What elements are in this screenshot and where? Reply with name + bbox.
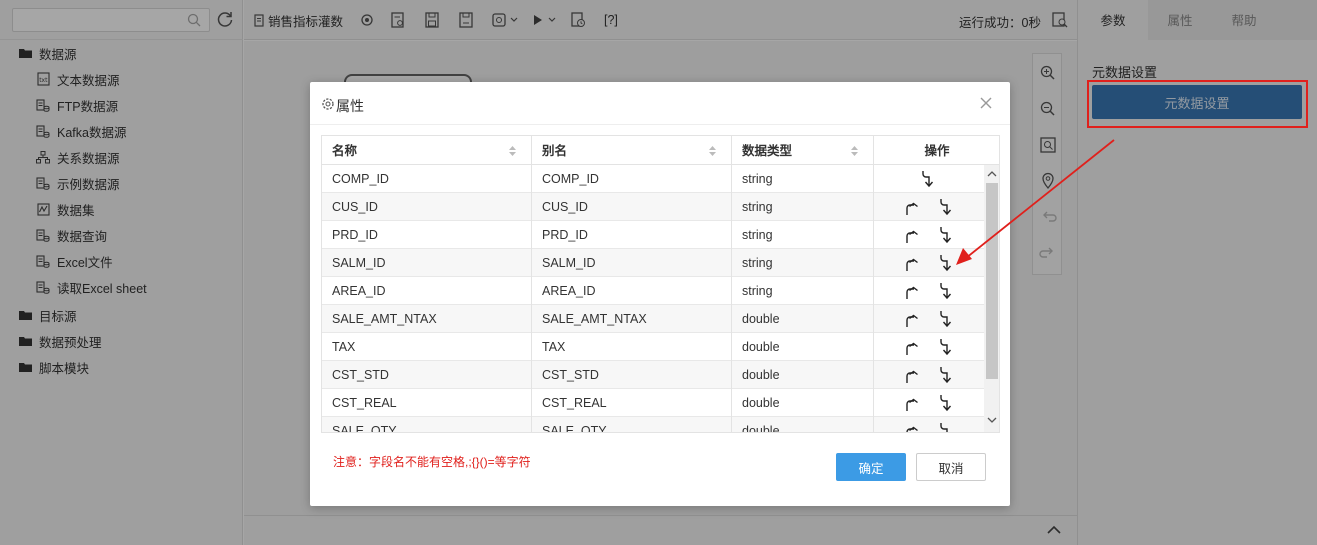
cell-actions bbox=[874, 221, 984, 249]
table-header: 名称 别名 数据类型 操作 bbox=[322, 136, 999, 165]
sort-icon[interactable] bbox=[850, 145, 859, 157]
table-scrollbar[interactable] bbox=[984, 165, 999, 432]
fields-table: 名称 别名 数据类型 操作 COMP_ID COMP_ID string CUS_ID… bbox=[321, 135, 1000, 433]
scroll-up-icon[interactable] bbox=[987, 170, 997, 177]
cell-name[interactable]: SALE_AMT_NTAX bbox=[322, 305, 532, 333]
cell-actions bbox=[874, 361, 984, 389]
cell-type[interactable]: string bbox=[732, 221, 874, 249]
move-up-icon[interactable] bbox=[904, 338, 918, 356]
column-header-label: 数据类型 bbox=[742, 144, 793, 158]
move-down-icon[interactable] bbox=[938, 394, 952, 412]
confirm-button[interactable]: 确定 bbox=[836, 453, 906, 481]
column-header-datatype[interactable]: 数据类型 bbox=[732, 136, 874, 165]
move-down-icon[interactable] bbox=[938, 226, 952, 244]
cell-actions bbox=[874, 389, 984, 417]
move-down-icon[interactable] bbox=[938, 338, 952, 356]
move-down-icon[interactable] bbox=[938, 254, 952, 272]
table-row[interactable]: SALM_ID SALM_ID string bbox=[322, 249, 984, 277]
gear-icon bbox=[322, 98, 334, 110]
table-row[interactable]: CUS_ID CUS_ID string bbox=[322, 193, 984, 221]
cell-alias[interactable]: PRD_ID bbox=[532, 221, 732, 249]
cell-alias[interactable]: CUS_ID bbox=[532, 193, 732, 221]
cell-name[interactable]: COMP_ID bbox=[322, 165, 532, 193]
dialog-title: 属性 bbox=[336, 98, 364, 114]
sort-icon[interactable] bbox=[508, 145, 517, 157]
cell-name[interactable]: SALM_ID bbox=[322, 249, 532, 277]
move-up-icon[interactable] bbox=[904, 198, 918, 216]
cell-type[interactable]: string bbox=[732, 193, 874, 221]
cell-name[interactable]: TAX bbox=[322, 333, 532, 361]
cell-type[interactable]: double bbox=[732, 417, 874, 432]
cell-actions bbox=[874, 193, 984, 221]
scroll-down-icon[interactable] bbox=[987, 417, 997, 424]
cell-actions bbox=[874, 165, 984, 193]
move-down-icon[interactable] bbox=[938, 422, 952, 432]
move-up-icon[interactable] bbox=[904, 282, 918, 300]
cell-type[interactable]: string bbox=[732, 249, 874, 277]
cell-type[interactable]: string bbox=[732, 165, 874, 193]
move-down-icon[interactable] bbox=[938, 282, 952, 300]
cell-alias[interactable]: AREA_ID bbox=[532, 277, 732, 305]
cell-type[interactable]: double bbox=[732, 361, 874, 389]
column-header-alias[interactable]: 别名 bbox=[532, 136, 732, 165]
cell-alias[interactable]: SALM_ID bbox=[532, 249, 732, 277]
cell-name[interactable]: SALE_QTY bbox=[322, 417, 532, 432]
cell-name[interactable]: CST_REAL bbox=[322, 389, 532, 417]
table-row[interactable]: CST_STD CST_STD double bbox=[322, 361, 984, 389]
column-header-label: 操作 bbox=[924, 144, 950, 158]
table-row[interactable]: TAX TAX double bbox=[322, 333, 984, 361]
properties-dialog: 属性 名称 别名 数据类型 操作 COMP_ID COMP_ID string CUS… bbox=[310, 82, 1010, 506]
cell-type[interactable]: double bbox=[732, 389, 874, 417]
move-up-icon[interactable] bbox=[904, 422, 918, 432]
move-up-icon[interactable] bbox=[904, 310, 918, 328]
annotation-highlight-box bbox=[1087, 80, 1308, 128]
table-row[interactable]: COMP_ID COMP_ID string bbox=[322, 165, 984, 193]
table-row[interactable]: PRD_ID PRD_ID string bbox=[322, 221, 984, 249]
cell-type[interactable]: double bbox=[732, 333, 874, 361]
move-up-icon[interactable] bbox=[904, 254, 918, 272]
cell-actions bbox=[874, 305, 984, 333]
sort-icon[interactable] bbox=[708, 145, 717, 157]
cell-alias[interactable]: CST_REAL bbox=[532, 389, 732, 417]
move-down-icon[interactable] bbox=[938, 198, 952, 216]
table-row[interactable]: SALE_QTY SALE_QTY double bbox=[322, 417, 984, 432]
move-up-icon[interactable] bbox=[904, 226, 918, 244]
cell-alias[interactable]: SALE_QTY bbox=[532, 417, 732, 432]
cell-name[interactable]: PRD_ID bbox=[322, 221, 532, 249]
cell-alias[interactable]: COMP_ID bbox=[532, 165, 732, 193]
move-up-icon[interactable] bbox=[904, 394, 918, 412]
table-body: COMP_ID COMP_ID string CUS_ID CUS_ID string PR… bbox=[322, 165, 984, 432]
move-down-icon[interactable] bbox=[938, 310, 952, 328]
cell-actions bbox=[874, 277, 984, 305]
table-row[interactable]: CST_REAL CST_REAL double bbox=[322, 389, 984, 417]
cell-name[interactable]: CST_STD bbox=[322, 361, 532, 389]
cancel-button[interactable]: 取消 bbox=[916, 453, 986, 481]
column-header-label: 名称 bbox=[332, 144, 358, 158]
move-down-icon[interactable] bbox=[920, 170, 934, 188]
move-up-icon[interactable] bbox=[904, 366, 918, 384]
column-header-name[interactable]: 名称 bbox=[322, 136, 532, 165]
cell-actions bbox=[874, 249, 984, 277]
cell-actions bbox=[874, 333, 984, 361]
table-row[interactable]: AREA_ID AREA_ID string bbox=[322, 277, 984, 305]
dialog-header: 属性 bbox=[310, 82, 1010, 125]
close-icon[interactable] bbox=[978, 95, 994, 111]
cell-type[interactable]: string bbox=[732, 277, 874, 305]
scrollbar-thumb[interactable] bbox=[986, 183, 998, 379]
cell-alias[interactable]: TAX bbox=[532, 333, 732, 361]
cell-alias[interactable]: CST_STD bbox=[532, 361, 732, 389]
column-header-label: 别名 bbox=[542, 144, 568, 158]
column-header-actions: 操作 bbox=[874, 136, 999, 165]
cell-type[interactable]: double bbox=[732, 305, 874, 333]
field-name-warning: 注意：字段名不能有空格,;{}()=等字符 bbox=[333, 455, 531, 469]
cell-name[interactable]: AREA_ID bbox=[322, 277, 532, 305]
table-row[interactable]: SALE_AMT_NTAX SALE_AMT_NTAX double bbox=[322, 305, 984, 333]
cell-alias[interactable]: SALE_AMT_NTAX bbox=[532, 305, 732, 333]
cell-actions bbox=[874, 417, 984, 432]
cell-name[interactable]: CUS_ID bbox=[322, 193, 532, 221]
move-down-icon[interactable] bbox=[938, 366, 952, 384]
